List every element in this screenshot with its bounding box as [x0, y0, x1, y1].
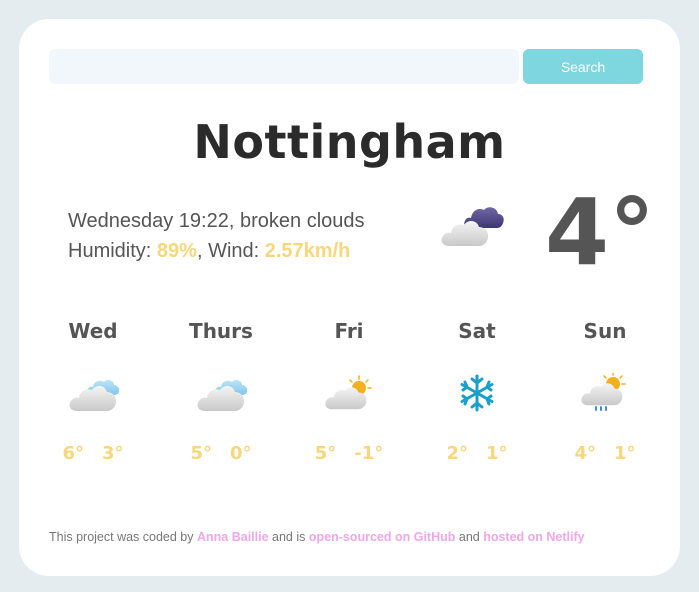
forecast-max: 2° — [446, 443, 468, 464]
date-description-line: Wednesday 19:22, broken clouds — [68, 210, 365, 232]
forecast-max: 5° — [314, 443, 337, 464]
github-link[interactable]: open-sourced on GitHub — [309, 530, 456, 544]
forecast-day-name: Sun — [583, 319, 627, 343]
search-button[interactable]: Search — [523, 49, 643, 84]
author-link[interactable]: Anna Baillie — [197, 530, 269, 544]
weather-description: broken clouds — [239, 210, 365, 232]
forecast-day: Sat 2° 1° — [413, 319, 541, 464]
netlify-link[interactable]: hosted on Netlify — [483, 530, 584, 544]
current-details: Wednesday 19:22, broken clouds Humidity:… — [68, 206, 365, 266]
footer-text: This project was coded by — [49, 530, 197, 544]
sun-rain-cloud-icon — [581, 373, 626, 411]
footer-text: and is — [268, 530, 309, 544]
current-temperature: 4° — [545, 179, 656, 286]
cloud-icon — [69, 379, 119, 411]
forecast-day: Sun 4° 1° — [541, 319, 669, 464]
city-name: Nottingham — [193, 115, 506, 169]
forecast-min: 3° — [102, 443, 124, 464]
forecast-day-name: Thurs — [189, 319, 253, 343]
wind-label: Wind: — [208, 240, 265, 262]
forecast-temps: 5° -1° — [285, 443, 413, 464]
search-form: Search — [49, 49, 643, 84]
humidity-wind-line: Humidity: 89%, Wind: 2.57km/h — [68, 240, 351, 262]
footer: This project was coded by Anna Baillie a… — [49, 530, 585, 544]
weather-card: Search Nottingham Wednesday 19:22, broke… — [19, 19, 680, 576]
forecast-max: 6° — [62, 443, 84, 464]
humidity-value: 89% — [156, 240, 197, 262]
city-search-input[interactable] — [49, 49, 519, 84]
forecast-day-name: Wed — [68, 319, 118, 343]
forecast-max: 4° — [574, 443, 596, 464]
forecast-min: 1° — [486, 443, 508, 464]
forecast-min: 0° — [230, 443, 252, 464]
forecast-temps: 5° 0° — [157, 443, 285, 464]
broken-clouds-icon — [441, 207, 504, 246]
forecast-temps: 4° 1° — [541, 443, 669, 464]
cloud-icon — [197, 379, 247, 411]
wind-value: 2.57km/h — [264, 240, 351, 262]
forecast-temps: 6° 3° — [29, 443, 157, 464]
forecast-temps: 2° 1° — [413, 443, 541, 464]
forecast-max: 5° — [190, 443, 212, 464]
forecast-min: 1° — [614, 443, 636, 464]
forecast-day: Fri 5° -1° — [285, 319, 413, 464]
forecast-day: Wed 6° 3° — [29, 319, 157, 464]
day-time: Wednesday 19:22 — [68, 210, 229, 232]
humidity-label: Humidity: — [68, 240, 157, 262]
forecast-day-name: Sat — [458, 319, 496, 343]
sun-cloud-icon — [325, 375, 372, 410]
forecast-day: Thurs 5° 0° — [157, 319, 285, 464]
footer-text: and — [455, 530, 484, 544]
forecast-min: -1° — [354, 443, 384, 464]
snowflake-icon — [460, 374, 494, 412]
forecast-day-name: Fri — [334, 319, 364, 343]
